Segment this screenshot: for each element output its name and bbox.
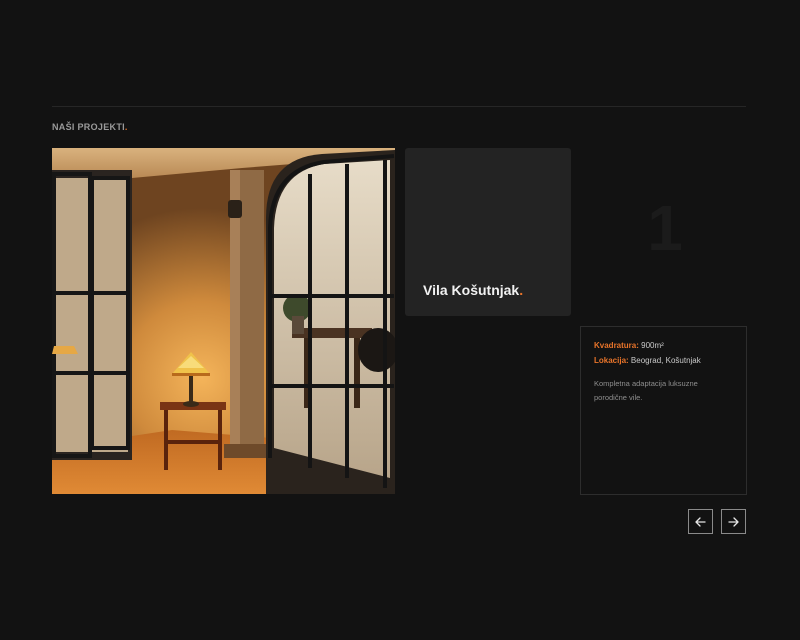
project-info-box: Kvadratura: 900m² Lokacija: Beograd, Koš… (580, 326, 747, 495)
arrow-right-icon (728, 516, 739, 527)
area-line: Kvadratura: 900m² (594, 341, 733, 350)
page: NAŠI PROJEKTI. Vila Košutnjak. 1 Kvadrat… (0, 0, 800, 640)
area-label: Kvadratura: (594, 341, 639, 350)
area-value: 900m² (641, 341, 664, 350)
location-line: Lokacija: Beograd, Košutnjak (594, 356, 733, 365)
next-project-button[interactable] (721, 509, 746, 534)
location-value: Beograd, Košutnjak (630, 356, 701, 365)
arrow-left-icon (695, 516, 706, 527)
divider (52, 106, 746, 107)
project-photo (52, 148, 395, 494)
prev-project-button[interactable] (688, 509, 713, 534)
location-label: Lokacija: (594, 356, 629, 365)
project-name-card[interactable]: Vila Košutnjak. (405, 148, 571, 316)
section-title: NAŠI PROJEKTI. (52, 122, 128, 132)
project-index-number: 1 (647, 192, 683, 264)
project-name: Vila Košutnjak. (423, 282, 524, 298)
project-description: Kompletna adaptacija luksuzne porodične … (594, 379, 698, 402)
